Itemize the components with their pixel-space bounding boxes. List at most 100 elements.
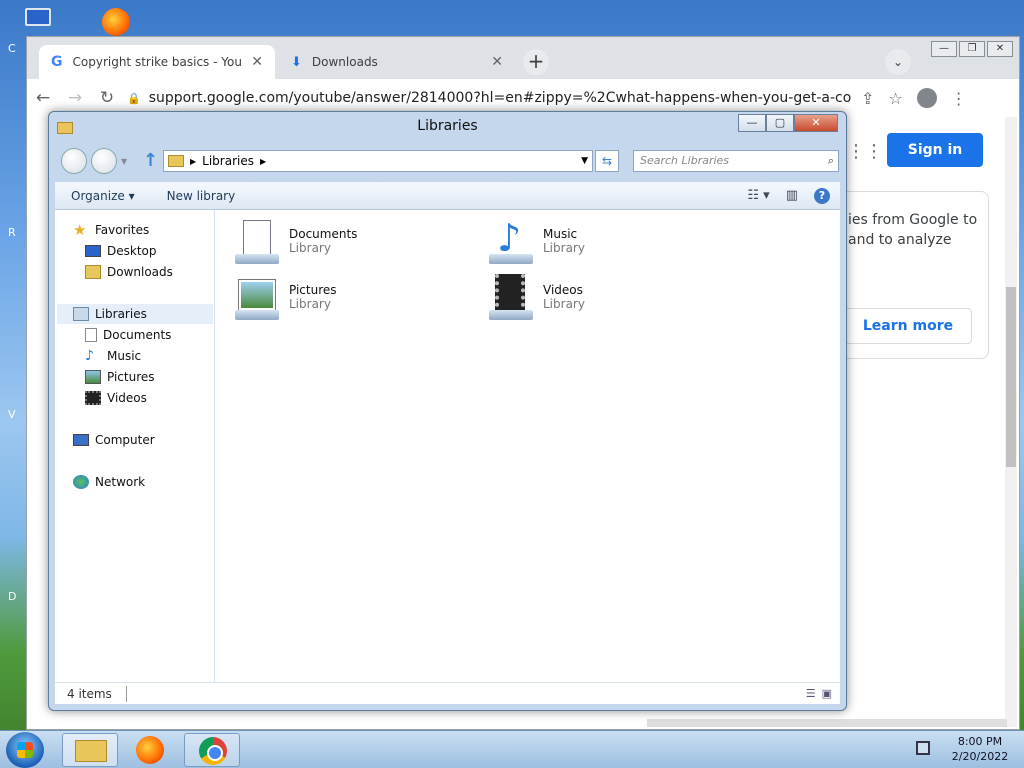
nav-item-favorites[interactable]: ★ Favorites — [73, 220, 149, 240]
chrome-icon — [199, 737, 227, 765]
music-note-icon: ♪ — [85, 348, 94, 364]
desktop-label-fragment: R — [8, 226, 16, 239]
system-clock[interactable]: 8:00 PM 2/20/2022 — [942, 734, 1018, 764]
breadcrumb[interactable]: Libraries — [202, 154, 254, 168]
videos-library-icon — [487, 274, 535, 320]
nav-item-network[interactable]: Network — [73, 472, 145, 492]
search-placeholder: Search Libraries — [640, 154, 730, 167]
tab-downloads[interactable]: ⬇ Downloads ✕ — [279, 45, 515, 79]
address-bar[interactable]: ▶ Libraries ▶ ▼ — [163, 150, 593, 172]
nav-item-desktop[interactable]: Desktop — [85, 241, 157, 261]
close-button[interactable]: ✕ — [987, 41, 1013, 57]
computer-icon — [73, 434, 89, 446]
reload-icon[interactable]: ↻ — [91, 88, 123, 108]
tab-copyright-strike[interactable]: G Copyright strike basics - YouTube ✕ — [39, 45, 275, 79]
command-bar: Organize ▾ New library ☷ ▾ ▥ ? — [55, 182, 840, 210]
share-icon[interactable]: ⇪ — [861, 89, 874, 108]
pictures-icon — [85, 370, 101, 384]
sign-in-button[interactable]: Sign in — [887, 133, 983, 167]
explorer-window: Libraries — ▢ ✕ ▼ ↑ ▶ Libraries ▶ ▼ ⇆ Se… — [48, 111, 847, 711]
preview-pane-icon[interactable]: ▥ — [786, 188, 798, 203]
library-type: Library — [543, 241, 585, 255]
learn-more-button[interactable]: Learn more — [844, 308, 972, 344]
back-button[interactable] — [61, 148, 87, 174]
close-tab-icon[interactable]: ✕ — [251, 54, 263, 70]
details-view-icon[interactable]: ☰ — [806, 687, 816, 700]
library-name: Videos — [543, 283, 583, 297]
minimize-button[interactable]: — — [738, 114, 766, 132]
desktop-label-fragment: V — [8, 408, 16, 421]
url-text: support.google.com/youtube/answer/281400… — [148, 90, 851, 106]
network-tray-icon[interactable] — [916, 741, 930, 755]
windows-logo-icon — [17, 742, 33, 758]
taskbar: 8:00 PM 2/20/2022 — [0, 730, 1024, 768]
scroll-thumb[interactable] — [1006, 287, 1016, 467]
nav-item-videos[interactable]: Videos — [85, 388, 147, 408]
chevron-right-icon[interactable]: ▶ — [190, 157, 196, 166]
library-name: Music — [543, 227, 578, 241]
library-documents[interactable]: Documents Library — [233, 218, 357, 264]
tab-search-button[interactable]: ⌄ — [885, 49, 911, 75]
start-button[interactable] — [6, 732, 44, 768]
library-type: Library — [543, 297, 585, 311]
libraries-icon — [168, 155, 184, 167]
search-input[interactable]: Search Libraries ⌕ — [633, 150, 839, 172]
organize-button[interactable]: Organize ▾ — [55, 189, 151, 203]
desktop-icon — [85, 245, 101, 257]
documents-library-icon — [233, 218, 281, 264]
taskbar-explorer-button[interactable] — [62, 733, 118, 767]
explorer-window-controls: — ▢ ✕ — [738, 114, 838, 132]
tab-title: Copyright strike basics - YouTube — [72, 55, 242, 69]
clock-date: 2/20/2022 — [951, 750, 1009, 763]
close-tab-icon[interactable]: ✕ — [491, 54, 503, 70]
new-tab-button[interactable]: + — [523, 49, 549, 75]
address-dropdown-icon[interactable]: ▼ — [581, 156, 592, 166]
search-icon[interactable]: ⌕ — [828, 151, 834, 171]
documents-icon — [85, 328, 97, 342]
forward-button[interactable] — [91, 148, 117, 174]
chrome-window-controls: — ❐ ✕ — [931, 41, 1013, 57]
bookmark-star-icon[interactable]: ☆ — [888, 89, 902, 108]
minimize-button[interactable]: — — [931, 41, 957, 57]
nav-item-computer[interactable]: Computer — [73, 430, 155, 450]
recent-pages-chevron-icon[interactable]: ▼ — [121, 157, 127, 166]
computer-desktop-icon[interactable] — [25, 8, 55, 36]
library-videos[interactable]: Videos Library — [487, 274, 585, 320]
firefox-icon — [136, 736, 164, 764]
taskbar-chrome-button[interactable] — [184, 733, 240, 767]
nav-item-music[interactable]: ♪ Music — [85, 346, 141, 366]
google-icon: G — [51, 54, 63, 70]
folder-icon — [75, 740, 107, 762]
window-title: Libraries — [417, 118, 478, 134]
nav-item-downloads[interactable]: Downloads — [85, 262, 173, 282]
nav-item-pictures[interactable]: Pictures — [85, 367, 155, 387]
nav-item-libraries[interactable]: Libraries — [57, 304, 213, 324]
library-pictures[interactable]: Pictures Library — [233, 274, 337, 320]
new-library-button[interactable]: New library — [151, 189, 252, 203]
chevron-right-icon[interactable]: ▶ — [260, 157, 266, 166]
change-view-icon[interactable]: ☷ ▾ — [747, 188, 769, 203]
music-library-icon: ♪ — [487, 218, 535, 264]
menu-kebab-icon[interactable]: ⋮ — [951, 89, 967, 108]
star-icon: ★ — [73, 221, 87, 239]
horizontal-scrollbar[interactable] — [647, 719, 1007, 727]
address-bar[interactable]: 🔒 support.google.com/youtube/answer/2814… — [127, 90, 851, 106]
desktop-label-fragment: C — [8, 42, 16, 55]
back-icon[interactable]: ← — [27, 88, 59, 108]
vertical-scrollbar[interactable] — [1005, 117, 1017, 727]
taskbar-firefox-button[interactable] — [122, 733, 178, 767]
large-icons-view-icon[interactable]: ▣ — [822, 687, 832, 700]
firefox-desktop-icon[interactable] — [102, 8, 132, 36]
refresh-icon[interactable]: ⇆ — [595, 150, 619, 172]
maximize-button[interactable]: ▢ — [766, 114, 794, 132]
help-icon[interactable]: ? — [814, 187, 830, 204]
restore-button[interactable]: ❐ — [959, 41, 985, 57]
library-music[interactable]: ♪ Music Library — [487, 218, 585, 264]
nav-item-documents[interactable]: Documents — [85, 325, 171, 345]
forward-icon[interactable]: → — [59, 88, 91, 108]
up-arrow-icon[interactable]: ↑ — [143, 150, 158, 171]
status-bar: 4 items ☰ ▣ — [55, 682, 840, 704]
profile-avatar[interactable] — [916, 88, 937, 108]
cookie-notice-text: ies from Google to and to analyze — [848, 212, 978, 248]
close-button[interactable]: ✕ — [794, 114, 838, 132]
